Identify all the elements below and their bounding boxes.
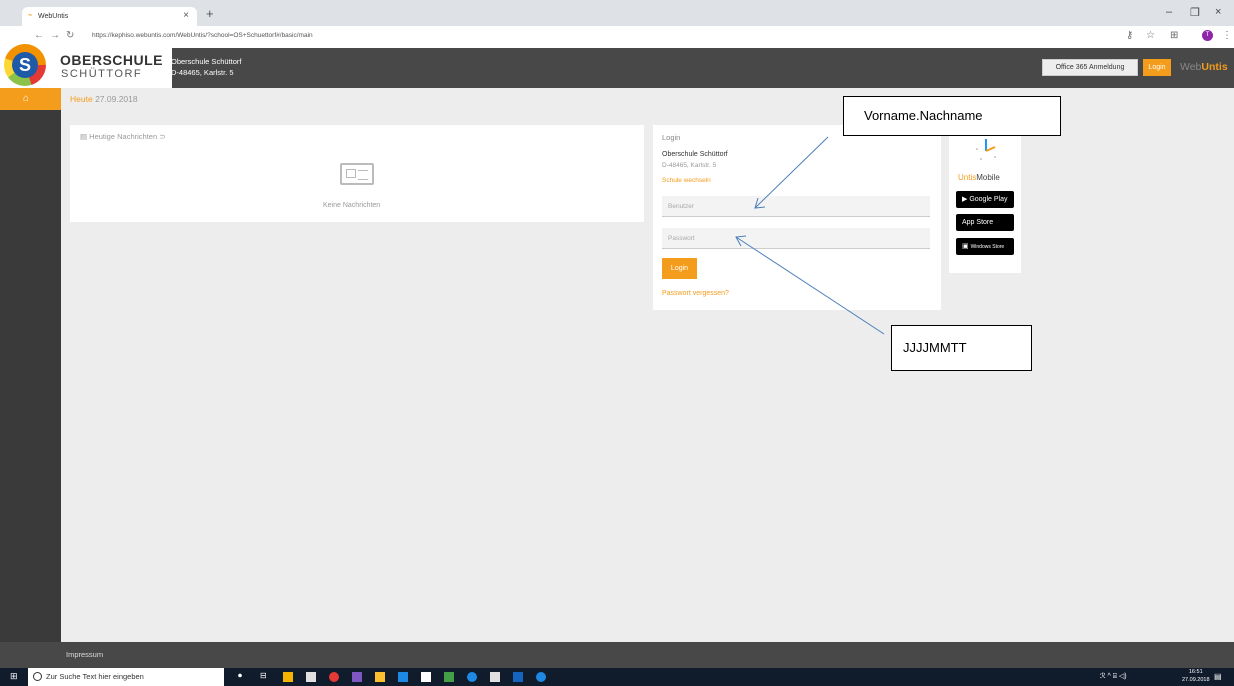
login-school-address: D-48465, Karlstr. 5 [662, 162, 717, 169]
close-window-button[interactable]: × [1215, 6, 1221, 18]
taskbar-time: 16:51 [1188, 669, 1203, 675]
untis-mobile-suffix: Mobile [976, 173, 1000, 182]
store-taskbar-icon[interactable] [283, 672, 293, 682]
login-title: Login [662, 133, 681, 142]
system-tray-icons[interactable]: ℛ ^ ⌸ ◁) [1100, 672, 1127, 681]
maximize-button[interactable]: ❐ [1190, 6, 1200, 19]
word-taskbar-icon[interactable] [513, 672, 523, 682]
logo-text-line1: OBERSCHULE [60, 52, 164, 68]
login-school-name: Oberschule Schüttorf [662, 151, 728, 158]
windows-store-label: Windows Store [970, 244, 1005, 250]
browser-tab[interactable]: ⌁ WebUntis × [22, 7, 197, 26]
today-value: 27.09.2018 [95, 94, 138, 104]
impressum-link[interactable]: Impressum [66, 650, 103, 659]
task-view-icon[interactable]: ⊟ [260, 671, 270, 681]
extension-icon[interactable]: ⊞ [1170, 30, 1178, 41]
home-icon: ⌂ [23, 93, 30, 104]
notifications-icon[interactable]: ▤ [1214, 672, 1224, 682]
brand-prefix: Web [1180, 61, 1202, 73]
app-store-label: App Store [962, 219, 994, 226]
profile-avatar[interactable]: T [1202, 30, 1213, 41]
screen: ⌁ WebUntis × + – ❐ × ← → ↻ https://kephi… [0, 0, 1234, 686]
cortana-icon [33, 672, 42, 681]
password-annotation: JJJJMMTT [891, 325, 1032, 371]
switch-school-link[interactable]: Schule wechseln [662, 177, 711, 184]
chrome-taskbar-icon[interactable] [329, 672, 339, 682]
windows-start-icon[interactable]: ⊞ [10, 671, 18, 682]
untis-mobile-label: UntisMobile [958, 173, 1000, 182]
header-login-button[interactable]: Login [1143, 59, 1171, 76]
taskbar-date: 27.09.2018 [1182, 677, 1210, 683]
app-taskbar-icon-3[interactable] [444, 672, 454, 682]
google-play-label: Google Play [969, 196, 1008, 203]
password-input[interactable]: Passwort [662, 228, 930, 249]
url-field[interactable]: https://kephiso.webuntis.com/WebUntis/?s… [92, 32, 313, 39]
explorer-taskbar-icon[interactable] [375, 672, 385, 682]
menu-dots-icon[interactable]: ⋮ [1222, 30, 1232, 41]
username-input[interactable]: Benutzer [662, 196, 930, 217]
untis-clock-icon [976, 139, 996, 160]
header-school-name: Oberschule Schüttorf [171, 57, 242, 66]
page-footer [0, 642, 1234, 668]
teamviewer-taskbar-icon[interactable] [536, 672, 546, 682]
forgot-password-link[interactable]: Passwort vergessen? [662, 290, 729, 297]
tab-close-icon[interactable]: × [183, 10, 189, 21]
taskbar-clock[interactable]: 16:51 27.09.2018 [1182, 668, 1210, 684]
office365-login-button[interactable]: Office 365 Anmeldung [1042, 59, 1138, 76]
header-school-address: D-48465, Karlstr. 5 [171, 68, 234, 77]
username-annotation: Vorname.Nachname [843, 96, 1061, 136]
news-empty-text: Keine Nachrichten [323, 202, 381, 209]
browser-tab-title: WebUntis [38, 13, 69, 20]
logo-text-line2: SCHÜTTORF [61, 68, 143, 80]
app-taskbar-icon-4[interactable] [467, 672, 477, 682]
calculator-taskbar-icon[interactable] [490, 672, 500, 682]
bookmark-star-icon[interactable]: ☆ [1146, 30, 1155, 41]
brand-suffix: Untis [1201, 61, 1228, 73]
notepad-taskbar-icon[interactable] [421, 672, 431, 682]
login-submit-button[interactable]: Login [662, 258, 697, 279]
taskbar-search[interactable]: Zur Suche Text hier eingeben [28, 668, 224, 686]
news-title-text: Heutige Nachrichten [89, 132, 158, 141]
today-label: Heute [70, 94, 93, 104]
google-play-badge[interactable]: ▶ Google Play [956, 191, 1014, 208]
left-sidebar [0, 88, 61, 668]
app-store-badge[interactable]: App Store [956, 214, 1014, 231]
newspaper-icon [340, 163, 374, 185]
microphone-icon[interactable]: ⏺ [238, 671, 248, 681]
mail-taskbar-icon[interactable] [306, 672, 316, 682]
key-icon[interactable]: ⚷ [1126, 30, 1133, 41]
untis-mobile-prefix: Untis [958, 173, 977, 182]
school-logo-mark: S [12, 52, 38, 78]
minimize-button[interactable]: – [1166, 6, 1172, 18]
app-taskbar-icon-2[interactable] [398, 672, 408, 682]
rss-icon: ⊃ [159, 132, 166, 141]
windows-store-badge[interactable]: ▣ Windows Store [956, 238, 1014, 255]
webuntis-brand: WebUntis [1180, 61, 1228, 73]
webuntis-favicon: ⌁ [28, 12, 33, 19]
new-tab-button[interactable]: + [206, 6, 214, 21]
today-date: Heute 27.09.2018 [70, 94, 138, 104]
news-title: ▤ Heutige Nachrichten ⊃ [80, 132, 166, 141]
app-taskbar-icon-1[interactable] [352, 672, 362, 682]
taskbar-search-text: Zur Suche Text hier eingeben [46, 672, 144, 681]
